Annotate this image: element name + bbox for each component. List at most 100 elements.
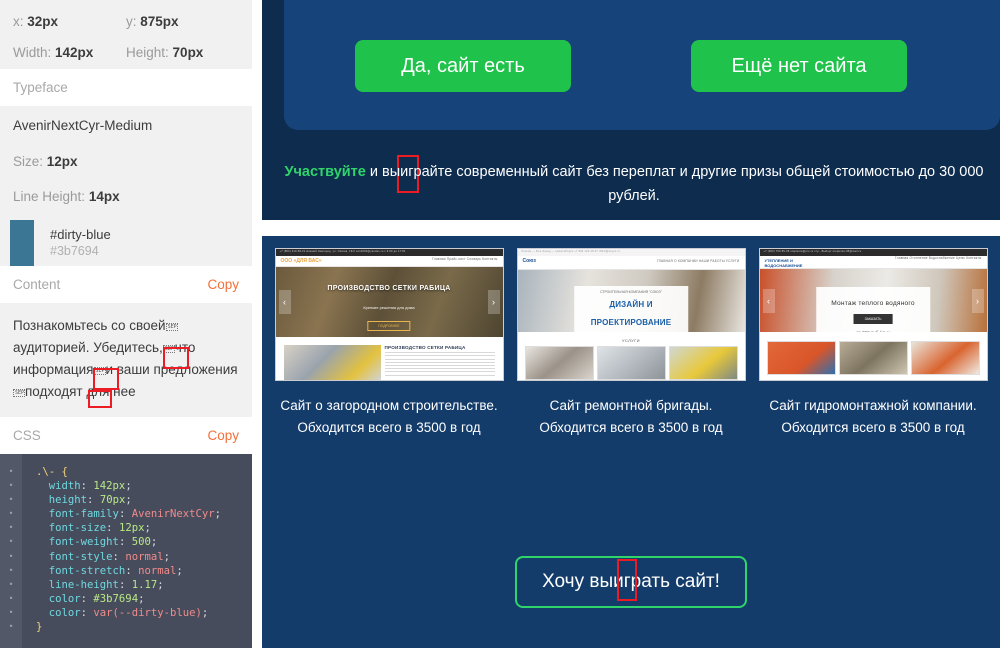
content-panel-header: Content Copy <box>0 266 252 303</box>
separator-glyph-icon: SEP <box>162 345 175 354</box>
app-root: x: 32px y: 875px Width: 142px Height: 70… <box>0 0 1000 648</box>
site-logo: УТЕПЛЕНИЕ И ВОДОСНАБЖЕНИЕ <box>764 258 803 268</box>
css-copy-button[interactable]: Copy <box>207 428 239 443</box>
site-topbar-text: +7 (900) 760-95-35 otoplenie@pro.ru стр.… <box>763 250 862 253</box>
site-navbar: Союз ГЛАВНАЯ О КОМПАНИИ НАШИ РАБОТЫ УСЛУ… <box>517 256 745 270</box>
site-card-row <box>522 343 741 380</box>
site-section-title: УСЛУГИ <box>622 338 640 343</box>
font-size-value: 12px <box>46 154 78 169</box>
thumbnail-row: +7 (800) 410-58-21 Нижний Новгород, ул. … <box>262 248 1000 439</box>
metric-x-label: x: <box>13 13 24 29</box>
carousel-next-icon[interactable]: › <box>971 288 984 313</box>
site-body-text: ПРОИЗВОДСТВО СЕТКИ РАБИЦА <box>384 345 495 380</box>
caption-line-1: Сайт о загородном строительстве. <box>280 398 498 413</box>
hero-cta-section: Да, сайт есть Ещё нет сайта Участвуйте и… <box>262 0 1000 220</box>
page-preview: Да, сайт есть Ещё нет сайта Участвуйте и… <box>252 0 1000 648</box>
site-body: ПРОИЗВОДСТВО СЕТКИ РАБИЦА <box>275 337 503 380</box>
promo-text: Участвуйте и выиграйте современный сайт … <box>282 160 986 208</box>
size-metrics-row: Width: 142px Height: 70px <box>0 36 252 69</box>
content-line-4: предложения <box>153 362 238 377</box>
code-fold-dot: • <box>8 579 14 589</box>
content-header-label: Content <box>13 277 61 292</box>
have-site-button[interactable]: Да, сайт есть <box>355 40 571 92</box>
site-hero: СТРОИТЕЛЬНАЯ КОМПАНИЯ "СОЮЗ" ДИЗАЙН И ПР… <box>517 270 745 332</box>
code-fold-dot: • <box>8 523 14 533</box>
cta-button-row: Да, сайт есть Ещё нет сайта <box>262 40 1000 92</box>
inspector-sidebar: x: 32px y: 875px Width: 142px Height: 70… <box>0 0 252 648</box>
position-metrics-row: x: 32px y: 875px <box>0 0 252 36</box>
content-line-4b: подходят для нее <box>25 384 136 399</box>
separator-glyph-icon: SEP <box>93 367 106 376</box>
code-fold-dot: • <box>8 467 14 476</box>
metric-y-label: y: <box>126 13 137 29</box>
typeface-header-label: Typeface <box>13 80 68 95</box>
metric-height-label: Height: <box>126 45 169 60</box>
site-menu: Главная Прайс-лист Словарь Контакты <box>432 257 498 261</box>
site-body-heading: ПРОИЗВОДСТВО СЕТКИ РАБИЦА <box>384 345 466 350</box>
site-hero-subtitle: от 300 руб./кв.м <box>830 328 916 332</box>
color-swatch-row[interactable]: #dirty-blue #3b7694 <box>0 220 252 266</box>
site-hero-kicker: СТРОИТЕЛЬНАЯ КОМПАНИЯ "СОЮЗ" <box>600 290 662 294</box>
site-hero-button[interactable]: ЗАКАЗАТЬ <box>853 314 893 324</box>
code-fold-dot: • <box>8 481 14 491</box>
no-site-button[interactable]: Ещё нет сайта <box>691 40 907 92</box>
code-fold-dot: • <box>8 607 14 617</box>
site-card <box>668 346 738 380</box>
code-fold-dot: • <box>8 537 14 547</box>
thumbnail-card[interactable]: Россия — Юго-Запад — Новосибирск +7 999 … <box>516 248 746 439</box>
site-hero-box: Монтаж теплого водяного пола от 300 руб.… <box>816 287 930 332</box>
site-menu: Главная Отопление Водоснабжение Цены Кон… <box>894 256 982 260</box>
site-card-row <box>764 336 983 378</box>
content-line-3: информация <box>13 362 94 377</box>
site-card <box>524 346 594 380</box>
content-text-block: Познакомьтесь со своей SEP аудиторией. Уб… <box>0 303 252 417</box>
promo-highlight-link[interactable]: Участвуйте <box>284 164 365 180</box>
separator-glyph-icon: SEP <box>13 389 25 398</box>
site-card <box>910 341 980 375</box>
site-topbar-text: +7 (800) 410-58-21 Нижний Новгород, ул. … <box>279 250 406 253</box>
metric-x: x: 32px <box>13 14 126 29</box>
color-hex-value: #3b7694 <box>50 244 99 259</box>
color-variable-name: #dirty-blue <box>50 226 111 242</box>
caption-line-1: Сайт ремонтной бригады. <box>549 398 713 413</box>
site-hero-subtitle: Крепкие решения для дома <box>363 305 415 310</box>
site-hero-title: ДИЗАЙН И ПРОЕКТИРОВАНИЕ <box>590 300 672 327</box>
code-fold-dot: • <box>8 495 14 505</box>
font-size-row: Size: 12px <box>0 144 252 179</box>
site-hero-button[interactable]: ПОДРОБНЕЕ <box>367 321 411 331</box>
line-height-row: Line Height: 14px <box>0 179 252 214</box>
site-topbar: +7 (900) 760-95-35 otoplenie@pro.ru стр.… <box>759 249 987 256</box>
typeface-panel-header: Typeface <box>0 69 252 106</box>
metric-width-label: Width: <box>13 45 52 60</box>
win-site-button[interactable]: Хочу выиграть сайт! <box>515 556 747 608</box>
site-screenshot: Россия — Юго-Запад — Новосибирск +7 999 … <box>516 248 746 381</box>
line-height-label: Line Height: <box>13 189 86 204</box>
promo-rest-text: и выиграйте современный сайт без перепла… <box>365 164 984 204</box>
color-swatch-text: #dirty-blue #3b7694 <box>34 220 111 266</box>
site-body-row: ПРОИЗВОДСТВО СЕТКИ РАБИЦА <box>280 341 499 380</box>
carousel-prev-icon[interactable]: ‹ <box>762 288 775 313</box>
caption-line-1: Сайт гидромонтажной компании. <box>769 398 977 413</box>
site-screenshot: +7 (800) 410-58-21 Нижний Новгород, ул. … <box>274 248 504 381</box>
site-hero: ‹ › ПРОИЗВОДСТВО СЕТКИ РАБИЦА Крепкие ре… <box>275 267 503 337</box>
bottom-cta-wrapper: Хочу выиграть сайт! <box>262 556 1000 608</box>
examples-section: +7 (800) 410-58-21 Нижний Новгород, ул. … <box>262 236 1000 648</box>
css-code-panel[interactable]: • • • • • • • • • • • • .\- { width: 142px; height:… <box>0 454 252 648</box>
content-line-1: Познакомьтесь со своей <box>13 318 166 333</box>
css-panel-header: CSS Copy <box>0 417 252 454</box>
caption-line-2: Обходится всего в 3500 в год <box>297 420 481 435</box>
content-line-3b: и ваши <box>105 362 150 377</box>
thumbnail-card[interactable]: +7 (900) 760-95-35 otoplenie@pro.ru стр.… <box>758 248 988 439</box>
code-fold-dot: • <box>8 565 14 575</box>
site-card <box>766 341 836 375</box>
site-body: УСЛУГИ <box>517 332 745 380</box>
site-navbar: ООО «ДЛЯ ВАС» Главная Прайс-лист Словарь… <box>275 256 503 267</box>
content-copy-button[interactable]: Copy <box>207 277 239 292</box>
code-fold-dot: • <box>8 509 14 519</box>
css-header-label: CSS <box>13 428 41 443</box>
thumbnail-card[interactable]: +7 (800) 410-58-21 Нижний Новгород, ул. … <box>274 248 504 439</box>
content-line-2b: что <box>174 340 196 355</box>
thumbnail-caption: Сайт гидромонтажной компании. Обходится … <box>759 395 988 439</box>
site-topbar-text: Россия — Юго-Запад — Новосибирск +7 999 … <box>521 250 621 253</box>
typeface-name-value: AvenirNextCyr-Medium <box>13 117 153 133</box>
